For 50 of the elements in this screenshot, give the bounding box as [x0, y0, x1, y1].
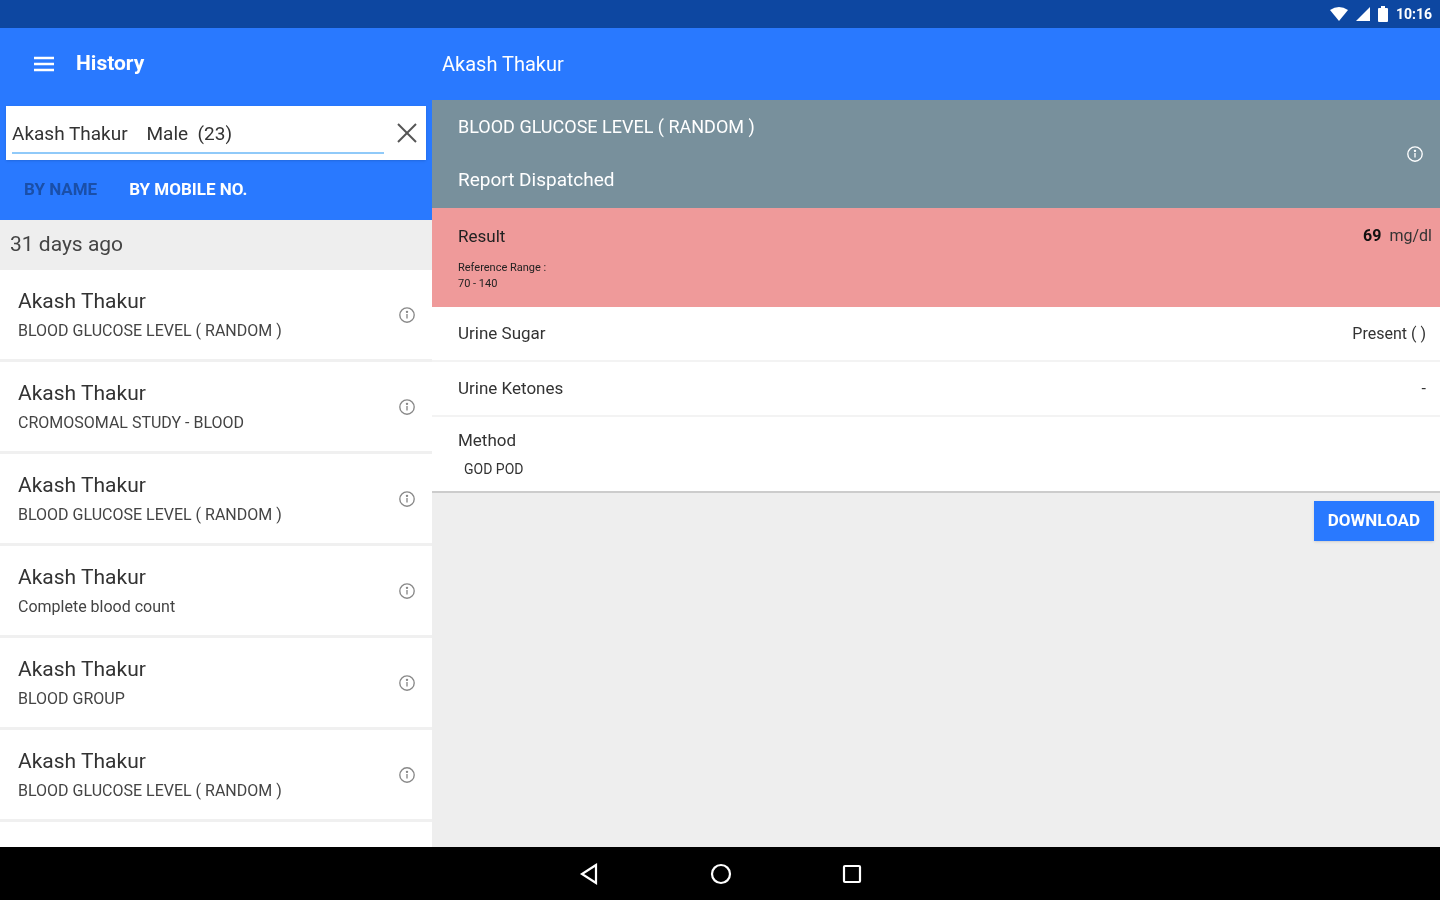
back-icon[interactable] [578, 862, 600, 885]
patient-name: Akash Thakur [18, 655, 147, 683]
recents-icon[interactable] [842, 863, 862, 884]
info-icon[interactable] [398, 673, 416, 692]
patient-name: Akash Thakur [18, 563, 147, 591]
row-value: Present ( ) [1352, 322, 1426, 345]
signal-icon [1355, 7, 1370, 21]
test-name: BLOOD GLUCOSE LEVEL ( RANDOM ) [18, 504, 283, 527]
info-icon[interactable] [398, 305, 416, 324]
history-item[interactable]: Akash Thakur BLOOD GROUP [0, 638, 432, 730]
detail-title: Akash Thakur [442, 51, 564, 78]
range-label: Reference Range : [458, 259, 548, 276]
result-unit: mg/dl [1389, 225, 1432, 247]
menu-icon[interactable] [32, 55, 56, 73]
row-label: Urine Sugar [458, 321, 547, 345]
test-name: BLOOD GROUP [18, 688, 126, 711]
download-button[interactable]: DOWNLOAD [1313, 501, 1434, 541]
info-icon[interactable] [398, 397, 416, 416]
test-name: BLOOD GLUCOSE LEVEL ( RANDOM ) [18, 320, 283, 343]
patient-name: Akash Thakur [18, 747, 147, 775]
history-item[interactable]: Akash Thakur Complete blood count [0, 546, 432, 638]
patient-name: Akash Thakur [18, 287, 147, 315]
test-name: BLOOD GLUCOSE LEVEL ( RANDOM ) [18, 780, 283, 803]
row-label: Urine Ketones [458, 376, 565, 400]
app-title: History [76, 50, 145, 78]
row-label: Method [458, 428, 518, 452]
report-status: Report Dispatched [458, 167, 616, 194]
range-value: 70 - 140 [458, 276, 499, 292]
test-name: CROMOSOMAL STUDY - BLOOD [18, 412, 246, 435]
clock: 10:16 [1395, 4, 1432, 24]
row-value: GOD POD [463, 460, 525, 480]
row-value: - [1421, 377, 1426, 400]
group-header: 31 days ago [0, 220, 432, 270]
tab[interactable]: BY MOBILE NO. [129, 177, 248, 203]
info-icon[interactable] [398, 489, 416, 508]
history-item[interactable]: Akash Thakur BLOOD GLUCOSE LEVEL ( RANDOM ) [0, 454, 432, 546]
result-label: Result [458, 225, 507, 248]
battery-icon [1377, 6, 1388, 22]
test-name: Complete blood count [18, 596, 177, 619]
report-test: BLOOD GLUCOSE LEVEL ( RANDOM ) [458, 115, 756, 140]
patient-name: Akash Thakur [18, 379, 147, 407]
patient-name: Akash Thakur [18, 471, 147, 499]
home-icon[interactable] [710, 862, 732, 885]
wifi-icon [1329, 7, 1348, 21]
info-icon[interactable] [398, 581, 416, 600]
close-icon[interactable] [396, 122, 418, 144]
result-value: 69 [1363, 225, 1382, 247]
search-value: Akash Thakur Male (23) [12, 121, 233, 145]
search-field[interactable]: Akash Thakur Male (23) [6, 106, 426, 160]
info-icon[interactable] [398, 765, 416, 784]
